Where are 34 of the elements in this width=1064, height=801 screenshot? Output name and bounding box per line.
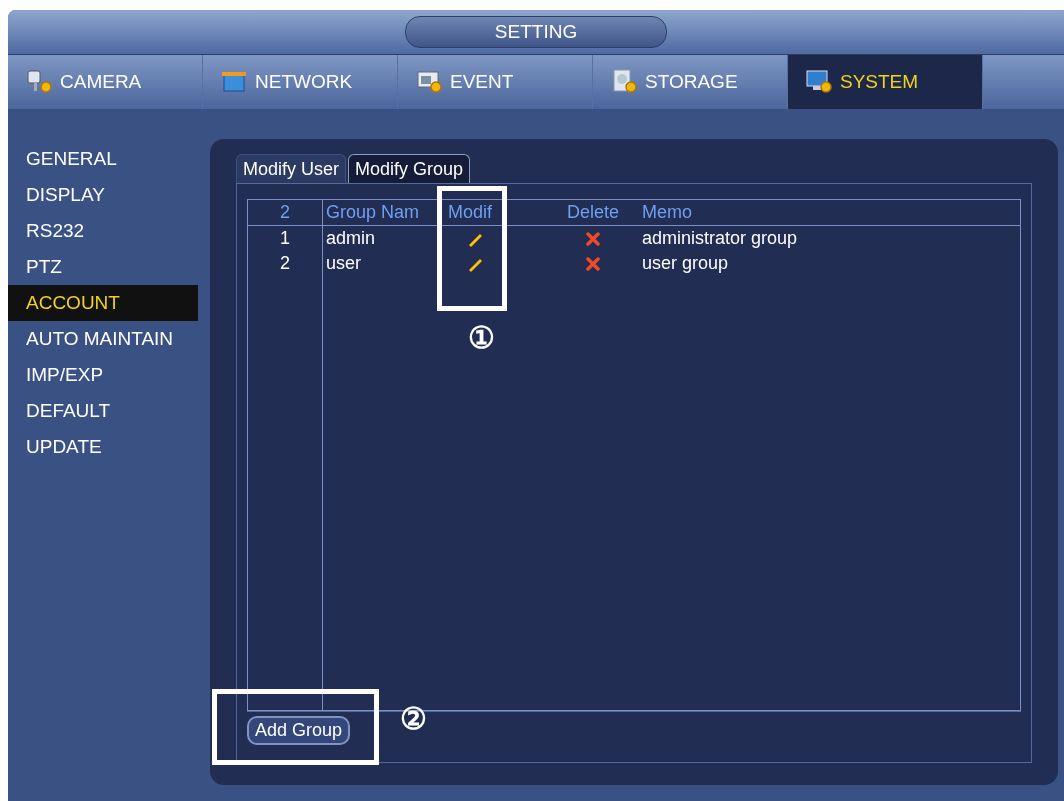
column-header: Modif <box>448 202 492 223</box>
window-title: SETTING <box>405 16 667 48</box>
delete-icon[interactable] <box>586 231 600 246</box>
sidebar-item[interactable]: DISPLAY <box>8 177 198 213</box>
sub-tab[interactable]: Modify Group <box>348 154 471 183</box>
storage-icon <box>611 69 639 95</box>
column-header: Memo <box>642 202 693 223</box>
monitor-icon <box>806 69 834 95</box>
sidebar-item[interactable]: ACCOUNT <box>8 285 198 321</box>
column-header: Delete <box>567 202 619 223</box>
table-cell-text: admin <box>325 228 377 249</box>
menu-tab[interactable]: SYSTEM <box>788 55 983 109</box>
table-cell: 1 <box>280 228 290 249</box>
table-cell-text: user <box>325 253 362 274</box>
table-cell-text: user group <box>642 253 730 274</box>
sidebar-item[interactable]: RS232 <box>8 213 198 249</box>
column-header: 2 <box>280 202 290 223</box>
callout-number: ① <box>468 323 495 353</box>
table-cell-text: administrator group <box>642 228 799 249</box>
sub-tab[interactable]: Modify User <box>236 154 347 183</box>
sidebar-item[interactable]: IMP/EXP <box>8 357 198 393</box>
table-cell: 2 <box>280 253 290 274</box>
sidebar-item[interactable]: AUTO MAINTAIN <box>8 321 198 357</box>
sidebar-item[interactable]: GENERAL <box>8 141 198 177</box>
add-group-button[interactable]: Add Group <box>247 716 351 745</box>
event-icon <box>416 69 444 95</box>
network-icon <box>221 69 249 95</box>
column-header: Group Nam <box>325 202 421 223</box>
sidebar-item[interactable]: PTZ <box>8 249 198 285</box>
sidebar-item[interactable]: UPDATE <box>8 429 198 465</box>
sidebar-item[interactable]: DEFAULT <box>8 393 198 429</box>
callout-number: ② <box>400 704 427 734</box>
delete-icon[interactable] <box>586 256 600 271</box>
camera-icon <box>26 69 54 95</box>
